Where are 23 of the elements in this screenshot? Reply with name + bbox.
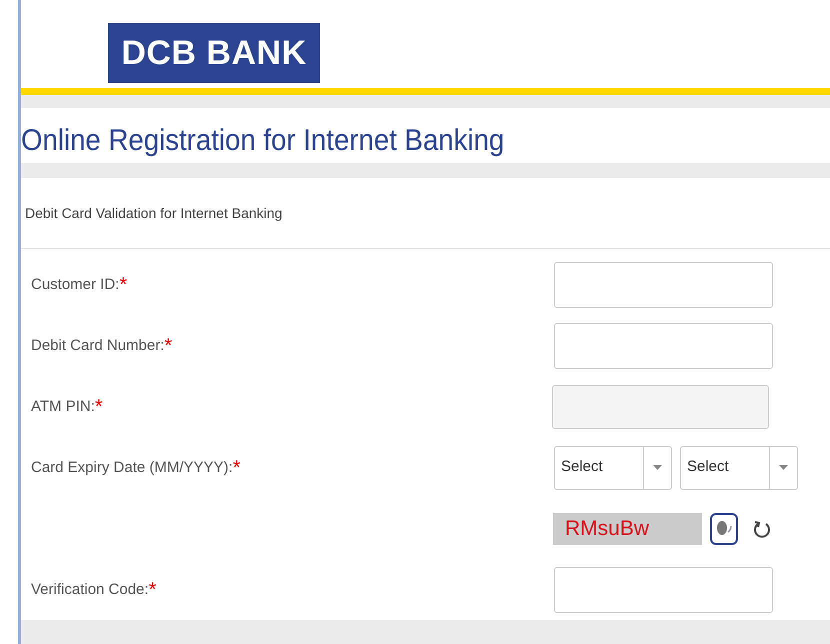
select-dropdown[interactable]: Select (554, 446, 672, 490)
required-mark: * (119, 274, 128, 296)
field-label: ATM PIN: (31, 398, 95, 414)
field-label: Customer ID: (31, 276, 120, 292)
required-mark: * (94, 396, 103, 418)
speaker-icon[interactable] (710, 512, 738, 544)
input-field[interactable] (554, 566, 773, 612)
input-field[interactable] (554, 262, 773, 308)
section-heading: Debit Card Validation for Internet Banking (25, 204, 282, 223)
field-label: Debit Card Number: (31, 336, 164, 354)
caret-icon (653, 465, 662, 470)
required-mark: * (164, 334, 172, 356)
page-title: Online Registration for Internet Banking (21, 123, 506, 159)
captcha-image: RMsuBw (553, 512, 702, 544)
select-dropdown[interactable]: Select (680, 446, 798, 490)
required-mark: * (148, 578, 156, 600)
input-field[interactable] (554, 322, 773, 368)
field-label: Verification Code: (31, 580, 149, 598)
required-mark: * (232, 456, 241, 478)
refresh-icon[interactable] (752, 518, 772, 538)
caret-icon (779, 465, 788, 470)
field-label: Card Expiry Date (MM/YYYY): (31, 458, 233, 476)
bank-logo: DCB BANK (108, 23, 320, 83)
